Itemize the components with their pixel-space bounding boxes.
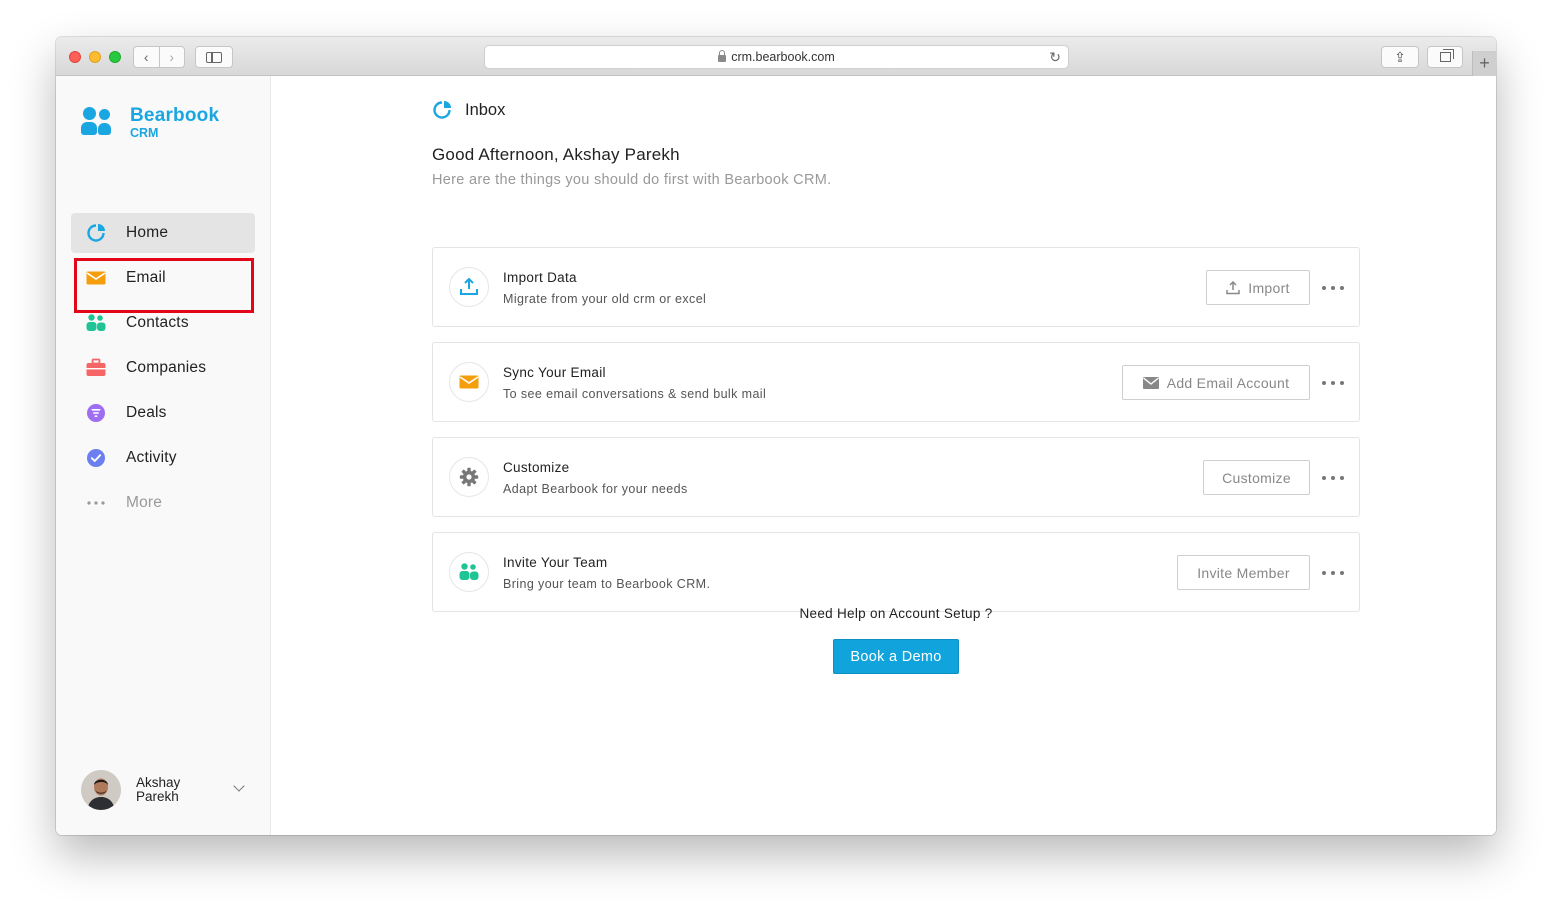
onboarding-card-import: Import Data Migrate from your old crm or… — [432, 247, 1360, 327]
browser-titlebar: ‹ › crm.bearbook.com ↻ ⇪ + — [56, 37, 1496, 76]
button-label: Add Email Account — [1166, 374, 1290, 391]
onboarding-card-invite: Invite Your Team Bring your team to Bear… — [432, 532, 1360, 612]
more-options-icon[interactable] — [1322, 475, 1344, 481]
invite-member-button[interactable]: Invite Member — [1177, 555, 1310, 590]
more-options-icon[interactable] — [1322, 285, 1344, 291]
card-description: Migrate from your old crm or excel — [503, 292, 707, 306]
greeting-heading: Good Afternoon, Akshay Parekh — [432, 145, 680, 164]
sidebar-toggle-button[interactable] — [195, 46, 233, 68]
browser-window: ‹ › crm.bearbook.com ↻ ⇪ + Bearbook CRM — [56, 37, 1496, 835]
button-label: Customize — [1222, 469, 1291, 486]
sidebar-item-label: Deals — [126, 404, 167, 421]
address-bar[interactable]: crm.bearbook.com ↻ — [484, 45, 1069, 69]
sidebar-item-label: Home — [126, 224, 169, 241]
reload-icon[interactable]: ↻ — [1049, 49, 1061, 66]
contacts-highlight-box — [74, 258, 254, 313]
new-tab-button[interactable]: + — [1472, 51, 1496, 76]
sidebar: Bearbook CRM Home Email Contacts Compani… — [56, 76, 271, 835]
logo-mark-icon — [81, 122, 97, 135]
avatar — [81, 770, 121, 810]
url-text: crm.bearbook.com — [731, 50, 835, 64]
more-options-icon[interactable] — [1322, 570, 1344, 576]
zoom-window-button[interactable] — [109, 51, 121, 63]
brand-logo[interactable]: Bearbook CRM — [81, 105, 251, 141]
sidebar-item-activity[interactable]: Activity — [71, 438, 255, 478]
onboarding-card-email: Sync Your Email To see email conversatio… — [432, 342, 1360, 422]
sidebar-item-companies[interactable]: Companies — [71, 348, 255, 388]
user-name: Akshay Parekh — [136, 775, 181, 804]
briefcase-icon — [86, 358, 106, 376]
envelope-icon — [1142, 376, 1159, 389]
tabs-icon — [1439, 49, 1454, 62]
card-icon-wrap — [449, 362, 489, 402]
forward-button[interactable]: › — [158, 47, 185, 67]
logo-mark-icon — [83, 107, 96, 120]
sidebar-item-label: Companies — [126, 359, 207, 376]
close-window-button[interactable] — [69, 51, 81, 63]
card-title: Invite Your Team — [503, 555, 608, 570]
check-circle-icon — [87, 449, 105, 467]
button-label: Invite Member — [1197, 564, 1290, 581]
envelope-icon — [459, 375, 479, 389]
user-menu[interactable]: Akshay Parekh — [81, 770, 251, 810]
card-description: To see email conversations & send bulk m… — [503, 387, 767, 401]
card-description: Bring your team to Bearbook CRM. — [503, 577, 711, 591]
card-title: Sync Your Email — [503, 365, 606, 380]
card-description: Adapt Bearbook for your needs — [503, 482, 688, 496]
people-icon — [86, 314, 106, 331]
brand-subtitle: CRM — [130, 126, 159, 140]
help-text: Need Help on Account Setup ? — [799, 606, 993, 621]
sidebar-item-more[interactable]: More — [71, 483, 255, 523]
card-icon-wrap — [449, 267, 489, 307]
sidebar-icon — [206, 51, 222, 63]
share-button[interactable]: ⇪ — [1381, 46, 1419, 68]
card-title: Import Data — [503, 270, 577, 285]
people-icon — [459, 563, 479, 580]
more-options-icon[interactable] — [1322, 380, 1344, 386]
minimize-window-button[interactable] — [89, 51, 101, 63]
pie-chart-icon — [433, 101, 451, 119]
sidebar-item-home[interactable]: Home — [71, 213, 255, 253]
book-demo-button[interactable]: Book a Demo — [833, 639, 959, 674]
main-content: Inbox Good Afternoon, Akshay Parekh Here… — [272, 76, 1496, 835]
chevron-down-icon[interactable] — [233, 780, 245, 792]
pie-chart-icon — [87, 224, 105, 242]
page-title: Inbox — [465, 101, 506, 119]
filter-circle-icon — [87, 404, 105, 422]
import-button[interactable]: Import — [1206, 270, 1310, 305]
brand-name: Bearbook — [130, 105, 220, 126]
greeting-subtitle: Here are the things you should do first … — [432, 172, 832, 188]
card-icon-wrap — [449, 552, 489, 592]
customize-button[interactable]: Customize — [1203, 460, 1310, 495]
gear-icon — [459, 467, 479, 487]
sidebar-item-deals[interactable]: Deals — [71, 393, 255, 433]
add-email-account-button[interactable]: Add Email Account — [1122, 365, 1310, 400]
sidebar-item-label: More — [126, 494, 163, 511]
sidebar-item-label: Activity — [126, 449, 177, 466]
upload-icon — [1226, 280, 1240, 294]
card-icon-wrap — [449, 457, 489, 497]
show-tabs-button[interactable] — [1427, 46, 1463, 68]
history-nav-group: ‹ › — [133, 46, 185, 68]
onboarding-card-customize: Customize Adapt Bearbook for your needs … — [432, 437, 1360, 517]
back-button[interactable]: ‹ — [134, 47, 159, 67]
lock-icon — [718, 49, 727, 62]
upload-icon — [460, 277, 478, 295]
sidebar-item-label: Contacts — [126, 314, 189, 331]
logo-mark-icon — [98, 123, 111, 135]
logo-mark-icon — [99, 109, 110, 120]
share-icon: ⇪ — [1394, 48, 1406, 65]
dots-icon — [87, 501, 105, 505]
button-label: Import — [1248, 279, 1290, 296]
user-photo-icon — [81, 770, 121, 810]
card-title: Customize — [503, 460, 570, 475]
